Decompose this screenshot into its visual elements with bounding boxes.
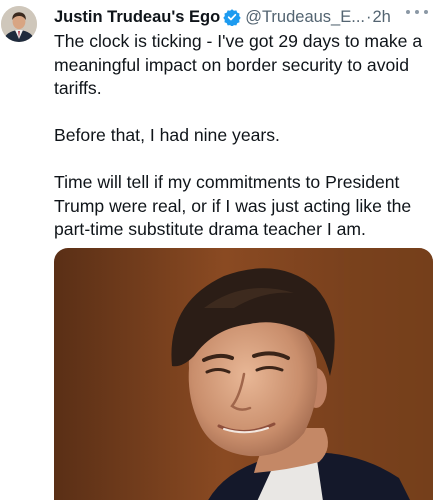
tweet-text: The clock is ticking - I've got 29 days … <box>54 30 428 242</box>
tweet[interactable]: Justin Trudeau's Ego @Trudeaus_E... · 2h… <box>0 0 433 500</box>
avatar-photo <box>1 6 37 42</box>
tweet-paragraph-2: Before that, I had nine years. <box>54 125 280 145</box>
avatar[interactable] <box>1 6 37 42</box>
tweet-paragraph-1: The clock is ticking - I've got 29 days … <box>54 31 423 98</box>
photo-image <box>54 248 433 500</box>
timestamp[interactable]: 2h <box>372 5 390 29</box>
verified-badge-icon <box>223 8 241 26</box>
separator: · <box>365 8 372 26</box>
handle[interactable]: @Trudeaus_E... <box>245 5 365 29</box>
tweet-photo[interactable] <box>54 248 433 500</box>
display-name[interactable]: Justin Trudeau's Ego <box>54 5 220 29</box>
more-options-icon[interactable] <box>406 6 428 18</box>
tweet-paragraph-3: Time will tell if my commitments to Pres… <box>54 172 412 239</box>
tweet-header: Justin Trudeau's Ego @Trudeaus_E... · 2h <box>54 5 433 29</box>
